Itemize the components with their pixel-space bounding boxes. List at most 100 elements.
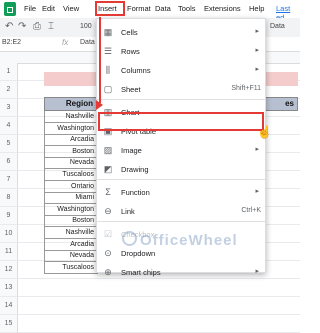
menu-format[interactable]: Format [127, 4, 151, 13]
submenu-arrow-icon: ▸ [255, 66, 259, 73]
sheet-icon: ▢ [103, 84, 113, 94]
menu-item-columns[interactable]: ⫼ Columns ▸ [97, 61, 265, 80]
menu-separator [97, 179, 265, 180]
row-number[interactable]: 2 [0, 81, 18, 99]
menu-tools[interactable]: Tools [178, 4, 196, 13]
region-cell[interactable]: Nashville [44, 111, 98, 123]
paint-format-icon[interactable]: ⌶ [48, 21, 54, 32]
row-number[interactable]: 13 [0, 279, 18, 297]
menu-item-shortcut: Ctrl+K [241, 207, 261, 214]
checkbox-icon: ☑ [103, 229, 113, 239]
header-sales[interactable]: es [262, 97, 298, 111]
pivot-table-highlight-box [98, 112, 264, 131]
menu-item-link[interactable]: ⊖ Link Ctrl+K [97, 202, 265, 221]
region-cell[interactable]: Arcadia [44, 238, 98, 251]
row-number[interactable]: 8 [0, 189, 18, 207]
submenu-arrow-icon: ▸ [255, 188, 259, 195]
link-icon: ⊖ [104, 206, 112, 216]
columns-icon: ⫼ [105, 65, 111, 75]
region-cell[interactable]: Tuscaloos [44, 169, 98, 181]
region-cell[interactable]: Nevada [44, 157, 98, 170]
menu-item-rows[interactable]: ☰ Rows ▸ [97, 42, 265, 61]
header-region[interactable]: Region [44, 97, 98, 111]
hand-cursor-icon: ☝ [257, 125, 272, 139]
menu-data[interactable]: Data [155, 4, 171, 13]
menu-item-function[interactable]: Σ Function ▸ [97, 183, 265, 202]
menu-item-image[interactable]: ▨ Image ▸ [97, 141, 265, 160]
cells-icon: ▦ [103, 27, 113, 37]
arrow-head-icon [96, 100, 103, 110]
menu-item-label: Sheet [121, 85, 141, 94]
zoom-select[interactable]: 100 [80, 23, 92, 30]
watermark-logo-icon [122, 231, 137, 246]
row-number[interactable]: 7 [0, 171, 18, 189]
menu-item-label: Function [121, 188, 150, 197]
region-cell[interactable]: Washington [44, 122, 98, 135]
formula-input[interactable]: Data [80, 39, 95, 46]
region-cell[interactable]: Nevada [44, 250, 98, 263]
row-number[interactable]: 6 [0, 153, 18, 171]
fx-icon: fx [62, 38, 69, 47]
region-cell[interactable]: Miami [44, 192, 98, 205]
row-number[interactable]: 11 [0, 243, 18, 261]
region-cell[interactable]: Arcadia [44, 134, 98, 147]
menu-help[interactable]: Help [249, 4, 264, 13]
menu-separator [97, 221, 265, 222]
row-number[interactable]: 15 [0, 315, 18, 333]
dropdown-icon: ⊙ [104, 248, 112, 258]
menu-item-label: Columns [121, 66, 151, 75]
menu-view[interactable]: View [63, 4, 79, 13]
print-icon[interactable]: ⎙ [33, 21, 41, 32]
menu-separator [97, 99, 265, 100]
menu-extensions[interactable]: Extensions [204, 4, 241, 13]
menu-file[interactable]: File [24, 4, 36, 13]
region-cell[interactable]: Tuscaloos [44, 261, 98, 274]
row-number[interactable]: 10 [0, 225, 18, 243]
smart-chips-icon: ⊕ [104, 267, 112, 277]
title-merged-cell[interactable] [44, 72, 98, 86]
menu-item-label: Link [121, 207, 135, 216]
region-cell[interactable]: Nashville [44, 227, 98, 239]
redo-icon[interactable]: ↷ [18, 21, 26, 32]
menu-item-shortcut: Shift+F11 [231, 85, 261, 92]
name-box[interactable]: B2:E2 [2, 39, 21, 46]
menu-item-cells[interactable]: ▦ Cells ▸ [97, 23, 265, 42]
menu-item-sheet[interactable]: ▢ Sheet Shift+F11 [97, 80, 265, 99]
drawing-icon: ◩ [103, 164, 113, 174]
row-number[interactable]: 14 [0, 297, 18, 315]
menu-item-label: Drawing [121, 165, 149, 174]
arrow-line [99, 17, 101, 103]
menu-edit[interactable]: Edit [42, 4, 55, 13]
row-number[interactable]: 4 [0, 117, 18, 135]
region-cell[interactable]: Ontario [44, 180, 98, 193]
function-icon: Σ [105, 187, 111, 197]
undo-icon[interactable]: ↶ [5, 21, 13, 32]
sheets-logo-icon[interactable] [4, 2, 16, 16]
row-number[interactable]: 1 [0, 63, 18, 81]
region-cell[interactable]: Boston [44, 215, 98, 228]
image-icon: ▨ [103, 145, 113, 155]
grid-row [18, 297, 300, 315]
menu-item-label: Dropdown [121, 249, 156, 258]
submenu-arrow-icon: ▸ [255, 268, 259, 275]
submenu-arrow-icon: ▸ [255, 28, 259, 35]
rows-icon: ☰ [103, 46, 113, 56]
insert-highlight-box [95, 1, 125, 16]
watermark: OfficeWheel [140, 232, 238, 249]
menu-item-drawing[interactable]: ◩ Drawing [97, 160, 265, 179]
menu-item-label: Cells [121, 28, 138, 37]
menu-bar: File Edit View Insert Format Data Tools … [0, 0, 300, 22]
row-number[interactable]: 12 [0, 261, 18, 279]
region-cell[interactable]: Boston [44, 145, 98, 158]
submenu-arrow-icon: ▸ [255, 146, 259, 153]
row-number[interactable]: 5 [0, 135, 18, 153]
region-cell[interactable]: Washington [44, 203, 98, 216]
font-select[interactable]: Data [270, 23, 285, 30]
submenu-arrow-icon: ▸ [255, 47, 259, 54]
menu-item-label: Rows [121, 47, 140, 56]
row-number[interactable]: 9 [0, 207, 18, 225]
menu-item-label: Image [121, 146, 142, 155]
row-number[interactable]: 3 [0, 99, 18, 117]
grid-row [18, 315, 300, 333]
title-merged-cell-right[interactable] [262, 72, 298, 86]
